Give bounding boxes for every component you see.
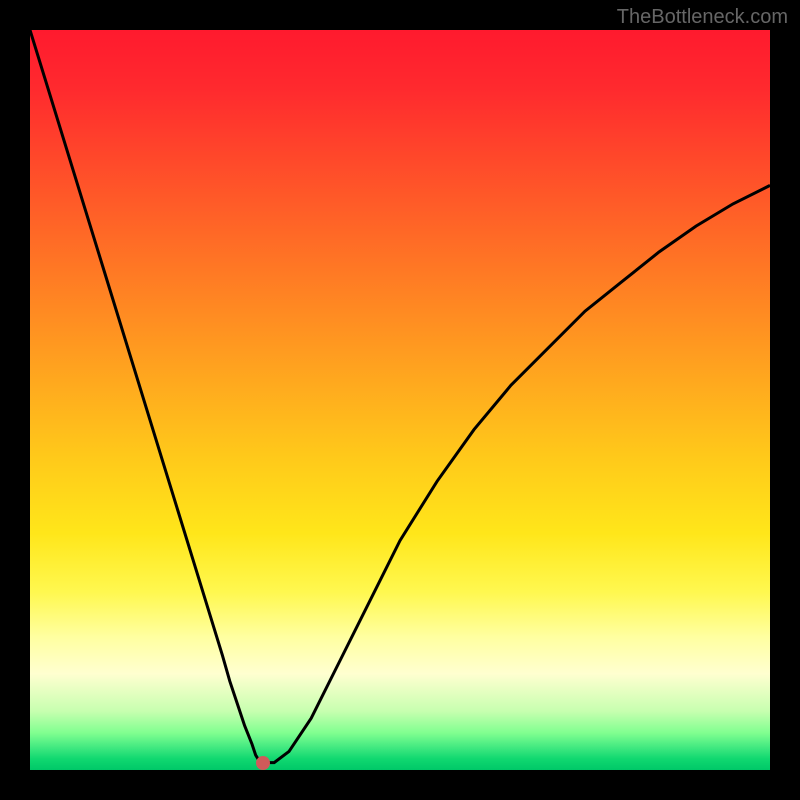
chart-curve — [30, 30, 770, 770]
watermark-text: TheBottleneck.com — [617, 6, 788, 29]
chart-marker-dot — [256, 756, 270, 770]
chart-plot-area — [30, 30, 770, 770]
